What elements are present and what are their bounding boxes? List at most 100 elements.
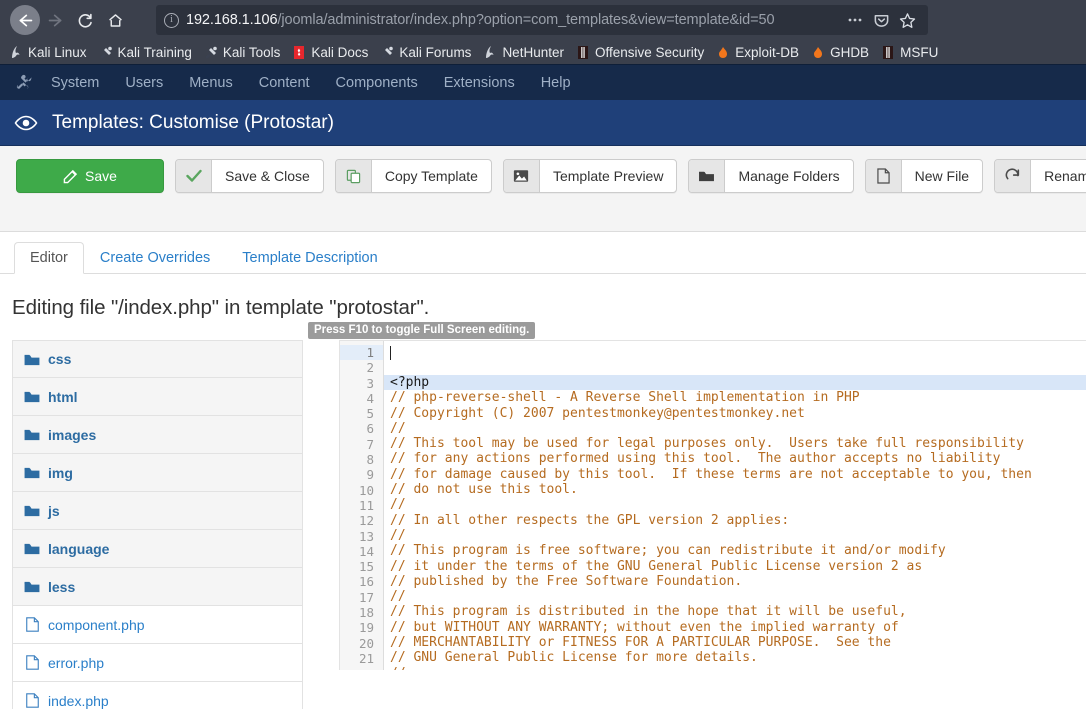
bookmark-label: Kali Forums: [399, 44, 472, 60]
tree-item-js[interactable]: js: [12, 492, 303, 530]
nav-item-content[interactable]: Content: [246, 65, 323, 101]
new-file-button[interactable]: New File: [864, 159, 984, 193]
rename-file-button[interactable]: Rename File: [994, 159, 1086, 193]
save-button[interactable]: Save: [16, 159, 164, 193]
editor-column: Press F10 to toggle Full Screen editing.…: [303, 322, 1086, 672]
kali-docs-book-icon: [292, 45, 306, 60]
code-line[interactable]: //: [390, 497, 1086, 512]
nav-item-menus[interactable]: Menus: [176, 65, 246, 101]
bookmark-offensive-security[interactable]: Offensive Security: [571, 44, 709, 61]
copy-template-button[interactable]: Copy Template: [334, 159, 492, 193]
tree-item-name: js: [48, 502, 60, 519]
code-line[interactable]: // do not use this tool.: [390, 482, 1086, 497]
code-line[interactable]: //: [390, 666, 1086, 670]
url-host: 192.168.1.106: [186, 12, 278, 28]
nav-item-components[interactable]: Components: [323, 65, 431, 101]
tree-item-images[interactable]: images: [12, 416, 303, 454]
code-content[interactable]: <?php// php-reverse-shell - A Reverse Sh…: [384, 341, 1086, 670]
bookmark-kali-training[interactable]: Kali Training: [94, 44, 197, 61]
code-line[interactable]: // GNU General Public License for more d…: [390, 650, 1086, 665]
tab-template-description[interactable]: Template Description: [226, 242, 393, 274]
manage-folders-button[interactable]: Manage Folders: [688, 159, 854, 193]
bookmark-ghdb[interactable]: GHDB: [806, 44, 874, 61]
nav-item-users[interactable]: Users: [112, 65, 176, 101]
home-icon[interactable]: [100, 5, 130, 35]
back-arrow-icon[interactable]: [10, 5, 40, 35]
offsec-icon: [576, 45, 590, 60]
line-number: 17: [358, 589, 374, 605]
code-line[interactable]: //: [390, 589, 1086, 604]
code-line[interactable]: // published by the Free Software Founda…: [390, 574, 1086, 589]
reload-icon[interactable]: [70, 5, 100, 35]
folder-icon: [24, 503, 40, 519]
pocket-icon[interactable]: [868, 7, 894, 33]
fullscreen-tooltip: Press F10 to toggle Full Screen editing.: [308, 322, 536, 339]
bookmark-label: NetHunter: [502, 44, 564, 60]
line-number: 1: [340, 345, 383, 361]
tree-item-language[interactable]: language: [12, 530, 303, 568]
code-line[interactable]: // for any actions performed using this …: [390, 451, 1086, 466]
tree-item-img[interactable]: img: [12, 454, 303, 492]
kali-dragon-icon: [483, 45, 497, 60]
code-line[interactable]: // This program is distributed in the ho…: [390, 604, 1086, 619]
file-tree: css html images img js language less com…: [12, 340, 303, 709]
code-line[interactable]: // it under the terms of the GNU General…: [390, 559, 1086, 574]
tree-item-component-php[interactable]: component.php: [12, 606, 303, 644]
bookmark-kali-docs[interactable]: Kali Docs: [287, 44, 373, 61]
bookmark-exploit-db[interactable]: Exploit-DB: [711, 44, 804, 61]
tree-item-error-php[interactable]: error.php: [12, 644, 303, 682]
tab-create-overrides[interactable]: Create Overrides: [84, 242, 226, 274]
bookmark-kali-tools[interactable]: Kali Tools: [199, 44, 286, 61]
line-number: 10: [358, 482, 374, 498]
code-line[interactable]: //: [390, 528, 1086, 543]
tree-item-name: css: [48, 351, 72, 367]
line-number: 8: [366, 452, 374, 468]
joomla-logo-icon[interactable]: [10, 73, 38, 92]
tree-item-css[interactable]: css: [12, 340, 303, 378]
folder-icon: [24, 427, 40, 443]
folder-icon: [24, 541, 40, 557]
code-line[interactable]: // but WITHOUT ANY WARRANTY; without eve…: [390, 620, 1086, 635]
template-preview-button[interactable]: Template Preview: [502, 159, 678, 193]
nav-item-extensions[interactable]: Extensions: [431, 65, 528, 101]
code-line[interactable]: //: [390, 421, 1086, 436]
save-and-close-button[interactable]: Save & Close: [175, 159, 324, 193]
bookmark-nethunter[interactable]: NetHunter: [478, 44, 569, 61]
nav-item-system[interactable]: System: [38, 65, 112, 101]
line-number: 19: [358, 620, 374, 636]
code-line[interactable]: // This tool may be used for legal purpo…: [390, 436, 1086, 451]
code-line[interactable]: // MERCHANTABILITY or FITNESS FOR A PART…: [390, 635, 1086, 650]
tree-item-index-php[interactable]: index.php: [12, 682, 303, 709]
address-bar[interactable]: i 192.168.1.106/joomla/administrator/ind…: [156, 5, 928, 35]
exploitdb-flame-icon: [811, 45, 825, 60]
line-number: 7: [366, 436, 374, 452]
bookmark-label: Exploit-DB: [735, 44, 800, 60]
tree-item-html[interactable]: html: [12, 378, 303, 416]
code-line[interactable]: <?php: [384, 375, 1086, 391]
line-number: 5: [366, 406, 374, 422]
url-text: 192.168.1.106/joomla/administrator/index…: [186, 12, 774, 28]
bookmark-msfu[interactable]: MSFU: [876, 44, 943, 61]
bookmark-kali-linux[interactable]: Kali Linux: [4, 44, 92, 61]
code-line[interactable]: // for damage caused by this tool. If th…: [390, 467, 1086, 482]
browser-nav-row: i 192.168.1.106/joomla/administrator/ind…: [0, 0, 1086, 40]
bookmark-label: Offensive Security: [594, 44, 705, 60]
code-editor[interactable]: 1 2 3 4 5 6 7 8 9 10 11 12 13 14 15 16 17 18 19 20 21 <?php /…: [339, 340, 1086, 670]
bookmark-label: Kali Training: [117, 44, 192, 60]
code-line[interactable]: // Copyright (C) 2007 pentestmonkey@pent…: [390, 406, 1086, 421]
code-line[interactable]: // This program is free software; you ca…: [390, 543, 1086, 558]
forward-arrow-icon[interactable]: [40, 5, 70, 35]
bookmark-kali-forums[interactable]: Kali Forums: [375, 44, 476, 61]
code-line[interactable]: // In all other respects the GPL version…: [390, 513, 1086, 528]
file-icon: [24, 617, 40, 633]
nav-item-help[interactable]: Help: [528, 65, 584, 101]
code-line[interactable]: // php-reverse-shell - A Reverse Shell i…: [390, 390, 1086, 405]
tree-item-name: index.php: [48, 692, 109, 709]
tab-editor[interactable]: Editor: [14, 242, 84, 274]
ellipsis-icon[interactable]: [842, 7, 868, 33]
tree-item-less[interactable]: less: [12, 568, 303, 606]
rename-arrow-icon: [995, 160, 1032, 192]
site-info-icon[interactable]: i: [164, 12, 179, 28]
line-number: 16: [358, 574, 374, 590]
star-icon[interactable]: [894, 7, 920, 33]
